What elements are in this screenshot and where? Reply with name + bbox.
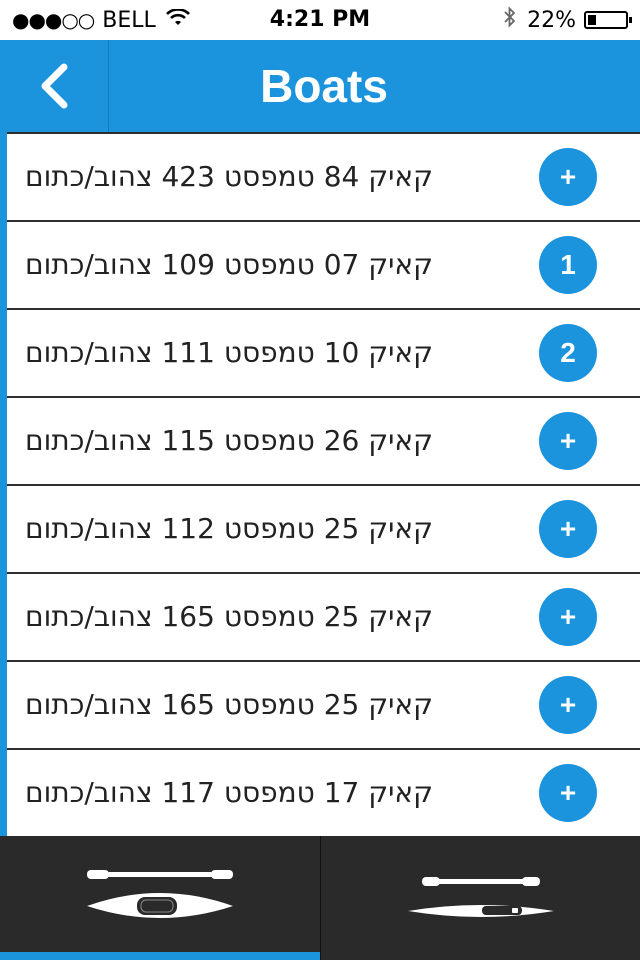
boat-row[interactable]: קאיק 10 טמפסט 111 צהוב/כתום 2 [7, 308, 640, 396]
bottom-tab-bar [0, 836, 640, 960]
selected-tab-indicator [0, 952, 320, 960]
boat-name: קאיק 25 טמפסט 165 צהוב/כתום [25, 688, 433, 721]
boat-name: קאיק 26 טמפסט 115 צהוב/כתום [25, 424, 433, 457]
boat-row[interactable]: קאיק 25 טמפסט 165 צהוב/כתום + [7, 660, 640, 748]
add-boat-button[interactable]: + [539, 148, 597, 206]
kayak-icon [87, 870, 233, 918]
add-boat-button[interactable]: + [539, 588, 597, 646]
add-boat-button[interactable]: + [539, 412, 597, 470]
boat-row[interactable]: קאיק 17 טמפסט 117 צהוב/כתום + [7, 748, 640, 836]
tab-kayak[interactable] [0, 836, 320, 960]
boat-name: קאיק 17 טמפסט 117 צהוב/כתום [25, 776, 433, 809]
boat-row[interactable]: קאיק 84 טמפסט 423 צהוב/כתום + [7, 132, 640, 220]
boat-row[interactable]: קאיק 25 טמפסט 112 צהוב/כתום + [7, 484, 640, 572]
boat-count-button[interactable]: 1 [539, 236, 597, 294]
page-title: Boats [260, 60, 388, 112]
wifi-icon [165, 7, 190, 33]
boat-name: קאיק 25 טמפסט 165 צהוב/כתום [25, 600, 433, 633]
status-left: ●●●○○ BELL [12, 0, 190, 40]
boat-name: קאיק 84 טמפסט 423 צהוב/כתום [25, 160, 433, 193]
battery-percent: 22% [527, 7, 576, 33]
add-boat-button[interactable]: + [539, 676, 597, 734]
bluetooth-icon [503, 6, 517, 34]
add-boat-button[interactable]: + [539, 500, 597, 558]
status-right: 22% [503, 0, 632, 40]
boat-name: קאיק 25 טמפסט 112 צהוב/כתום [25, 512, 433, 545]
carrier-name: BELL [102, 7, 156, 33]
boat-row[interactable]: קאיק 25 טמפסט 165 צהוב/כתום + [7, 572, 640, 660]
status-bar: ●●●○○ BELL 4:21 PM 22% [0, 0, 640, 40]
boat-list: קאיק 84 טמפסט 423 צהוב/כתום + קאיק 07 טמפס… [0, 132, 640, 836]
add-boat-button[interactable]: + [539, 764, 597, 822]
battery-icon [584, 11, 632, 29]
app-header: Boats [0, 40, 640, 132]
rowboat-icon [408, 877, 554, 917]
tab-rowboat[interactable] [320, 836, 640, 960]
boat-count-button[interactable]: 2 [539, 324, 597, 382]
boat-name: קאיק 10 טמפסט 111 צהוב/כתום [25, 336, 433, 369]
boat-row[interactable]: קאיק 07 טמפסט 109 צהוב/כתום 1 [7, 220, 640, 308]
chevron-left-icon [41, 63, 68, 109]
boat-row[interactable]: קאיק 26 טמפסט 115 צהוב/כתום + [7, 396, 640, 484]
back-button[interactable] [0, 40, 109, 132]
boat-name: קאיק 07 טמפסט 109 צהוב/כתום [25, 248, 433, 281]
signal-strength-icon: ●●●○○ [12, 8, 95, 32]
